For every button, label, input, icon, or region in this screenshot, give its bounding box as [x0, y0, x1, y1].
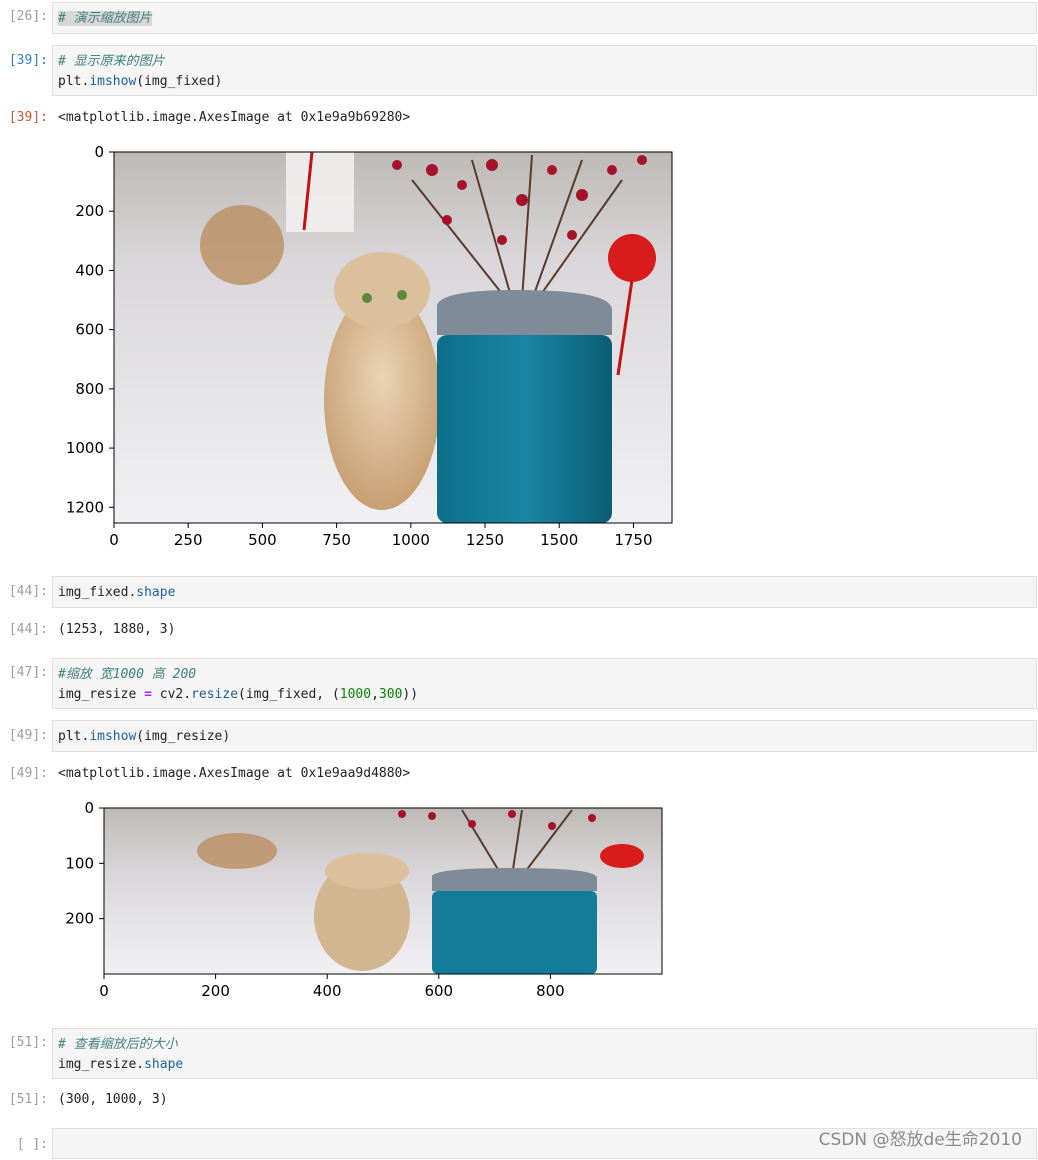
cell-prompt: [49]: — [8, 728, 48, 743]
x-tick-label: 600 — [424, 982, 453, 1000]
code-cell[interactable]: # 显示原来的图片 plt.imshow(img_fixed) — [52, 45, 1037, 96]
code-line: plt.imshow(img_resize) — [58, 729, 231, 744]
cell-prompt: [51]: — [8, 1035, 48, 1050]
code-line: img_resize = cv2.resize(img_fixed, (1000… — [58, 687, 419, 702]
x-tick-label: 750 — [322, 531, 351, 549]
code-line: plt.imshow(img_fixed) — [58, 74, 223, 89]
output-prompt: [44]: — [8, 622, 48, 637]
image-plot: 0 200 400 600 800 0 100 200 — [65, 799, 663, 1000]
x-tick-label: 0 — [99, 982, 109, 1000]
code-line: img_fixed.shape — [58, 585, 176, 600]
output-text: (1253, 1880, 3) — [58, 622, 176, 637]
code-comment: #缩放 宽1000 高 200 — [58, 667, 197, 682]
y-tick-label: 200 — [75, 202, 104, 220]
cell-prompt: [39]: — [8, 53, 48, 68]
code-cell[interactable]: img_fixed.shape — [52, 576, 1037, 608]
watermark: CSDN @怒放de生命2010 — [818, 1130, 1022, 1150]
output-prompt: [39]: — [8, 110, 48, 125]
cell-prompt: [ ]: — [16, 1137, 48, 1152]
y-tick-label: 600 — [75, 321, 104, 339]
x-tick-label: 1250 — [466, 531, 504, 549]
code-line: img_resize.shape — [58, 1057, 184, 1072]
code-cell[interactable]: # 查看缩放后的大小 img_resize.shape — [52, 1028, 1037, 1079]
code-comment: # 显示原来的图片 — [58, 54, 165, 69]
output-prompt: [51]: — [8, 1092, 48, 1107]
code-cell[interactable]: # 演示缩放图片 — [52, 2, 1037, 34]
y-tick-label: 1200 — [66, 498, 104, 516]
y-tick-label: 0 — [84, 799, 94, 817]
photo — [114, 151, 672, 523]
output-text: <matplotlib.image.AxesImage at 0x1e9a9b6… — [58, 110, 411, 125]
cell-prompt: [44]: — [8, 584, 48, 599]
x-tick-label: 250 — [174, 531, 203, 549]
y-tick-label: 400 — [75, 261, 104, 279]
code-comment: # 查看缩放后的大小 — [58, 1037, 178, 1052]
code-line: # 演示缩放图片 — [58, 11, 152, 26]
y-tick-label: 100 — [65, 854, 94, 872]
output-prompt: [49]: — [8, 766, 48, 781]
y-tick-label: 800 — [75, 380, 104, 398]
x-tick-label: 1000 — [392, 531, 430, 549]
image-plot: 0 250 500 750 1000 1250 1500 1750 0 200 400 600 800 1… — [66, 143, 673, 549]
output-text: <matplotlib.image.AxesImage at 0x1e9aa9d… — [58, 766, 411, 781]
y-tick-label: 1000 — [66, 439, 104, 457]
x-tick-label: 800 — [536, 982, 565, 1000]
y-tick-label: 0 — [94, 143, 104, 161]
output-text: (300, 1000, 3) — [58, 1092, 168, 1107]
x-tick-label: 1750 — [614, 531, 652, 549]
y-tick-label: 200 — [65, 910, 94, 928]
x-tick-label: 500 — [248, 531, 277, 549]
x-tick-label: 1500 — [540, 531, 578, 549]
x-tick-label: 0 — [109, 531, 119, 549]
photo — [104, 808, 662, 974]
x-tick-label: 200 — [201, 982, 230, 1000]
x-tick-label: 400 — [313, 982, 342, 1000]
code-cell[interactable]: #缩放 宽1000 高 200 img_resize = cv2.resize(… — [52, 658, 1037, 709]
cell-prompt: [47]: — [8, 665, 48, 680]
cell-prompt: [26]: — [8, 9, 48, 24]
code-cell[interactable]: plt.imshow(img_resize) — [52, 720, 1037, 752]
